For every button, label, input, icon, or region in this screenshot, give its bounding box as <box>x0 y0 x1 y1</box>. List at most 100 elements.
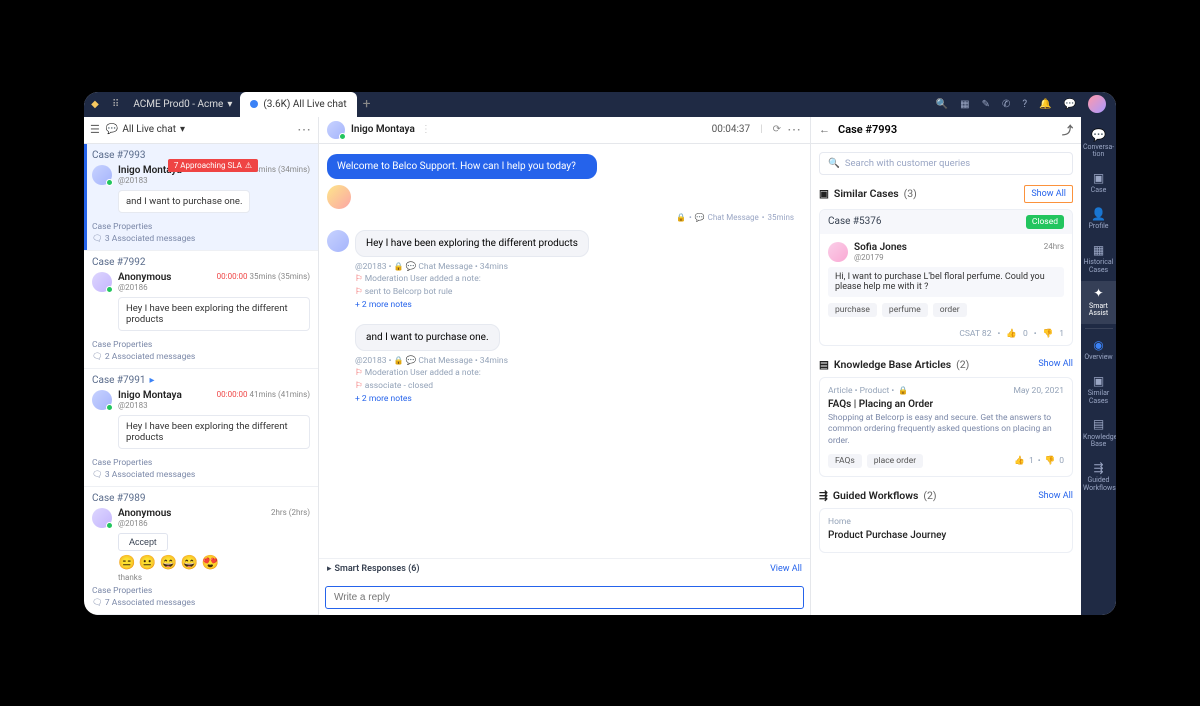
associated-link[interactable]: 🗨 7 Associated messages <box>92 598 310 608</box>
avatar <box>92 508 112 528</box>
reply-input[interactable] <box>325 586 804 609</box>
message-thread: Welcome to Belco Support. How can I help… <box>319 144 810 558</box>
chat-small-icon: 💬 <box>106 124 118 135</box>
chat-icon: 💬 <box>1083 129 1114 142</box>
chevron-down-icon: ▾ <box>227 99 232 110</box>
tag[interactable]: order <box>933 303 967 317</box>
sidebar-item-workflows[interactable]: ⇶Guided Workflows <box>1081 456 1116 499</box>
sidebar-item-historical[interactable]: ▦Historical Cases <box>1081 238 1116 281</box>
search-placeholder: Search with customer queries <box>845 158 970 169</box>
phone-icon[interactable]: ✆ <box>1002 99 1010 110</box>
apps-grid-icon[interactable]: ⠿ <box>106 99 125 110</box>
case-item-7991[interactable]: Case #7991 ▸ Inigo Montaya@20183 00:00:0… <box>84 369 318 487</box>
workflow-card[interactable]: Home Product Purchase Journey <box>819 508 1073 553</box>
list-filter-dropdown[interactable]: 💬 All Live chat ▾ <box>106 124 291 135</box>
customer-query-search[interactable]: 🔍 Search with customer queries <box>819 152 1073 175</box>
flow-icon: ⇶ <box>1083 462 1114 475</box>
tab-label: (3.6K) All Live chat <box>263 99 346 110</box>
more-notes-link[interactable]: + 2 more notes <box>355 394 412 404</box>
case-properties-link[interactable]: Case Properties <box>92 458 310 468</box>
tag[interactable]: FAQs <box>828 454 862 468</box>
tag[interactable]: place order <box>867 454 923 468</box>
assist-icon: ✦ <box>1083 287 1114 300</box>
user-handle: @20179 <box>854 253 907 262</box>
customer-message: Hey I have been exploring the different … <box>355 230 589 257</box>
associated-link[interactable]: 🗨 3 Associated messages <box>92 234 310 244</box>
tab-add-button[interactable]: + <box>357 96 377 112</box>
similar-case-card[interactable]: Case #5376Closed Sofia Jones@20179 24hrs… <box>819 209 1073 346</box>
refresh-icon[interactable]: ⟳ <box>773 124 781 135</box>
case-timing: 2hrs (2hrs) <box>271 508 310 517</box>
user-handle: @20183 <box>118 401 182 410</box>
case-item-7992[interactable]: Case #7992 Anonymous@20186 00:00:00 35mi… <box>84 251 318 369</box>
tag-list: FAQs place order <box>828 454 923 468</box>
list-more-icon[interactable]: ⋯ <box>297 122 312 138</box>
sidebar-item-conversation[interactable]: 💬Conversa-tion <box>1081 123 1116 166</box>
avatar <box>327 230 349 252</box>
case-item-7989[interactable]: Case #7989 Anonymous@20186 2hrs (2hrs) A… <box>84 487 318 615</box>
chat-icon[interactable]: 💬 <box>1064 99 1076 110</box>
case-id-label: Case #7992 <box>92 257 146 268</box>
note-label: Moderation User added a note: <box>365 274 481 284</box>
sidebar-item-similar[interactable]: ▣Similar Cases <box>1081 369 1116 412</box>
sidebar-item-profile[interactable]: 👤Profile <box>1081 202 1116 237</box>
case-properties-link[interactable]: Case Properties <box>92 340 310 350</box>
search-icon: 🔍 <box>828 158 840 169</box>
case-list-panel: ☰ 💬 All Live chat ▾ ⋯ Case #7993 7 Appro… <box>84 117 319 615</box>
show-all-link[interactable]: Show All <box>1038 359 1073 369</box>
sidebar-item-overview[interactable]: ◉Overview <box>1081 333 1116 368</box>
workspace-dropdown[interactable]: ACME Prod0 - Acme ▾ <box>125 99 240 110</box>
sla-badge: 7 Approaching SLA ⚠ <box>168 159 258 172</box>
calendar-icon[interactable]: ▦ <box>960 99 969 110</box>
search-icon[interactable]: 🔍 <box>936 99 948 110</box>
note-text: associate - closed <box>365 381 433 391</box>
sidebar-item-case[interactable]: ▣Case <box>1081 166 1116 201</box>
tag[interactable]: perfume <box>882 303 928 317</box>
kb-title: FAQs | Placing an Order <box>828 399 1064 410</box>
case-properties-link[interactable]: Case Properties <box>92 586 310 596</box>
user-handle: @20186 <box>118 283 171 292</box>
msg-meta: @20183 • 🔒 💬 Chat Message • 34mins <box>355 355 802 368</box>
accept-button[interactable]: Accept <box>118 533 168 551</box>
conversation-more-icon[interactable]: ⋯ <box>787 122 802 138</box>
associated-link[interactable]: 🗨 2 Associated messages <box>92 352 310 362</box>
case-properties-link[interactable]: Case Properties <box>92 222 310 232</box>
edit-icon[interactable]: ✎ <box>982 99 990 110</box>
kb-header: ▤ Knowledge Base Articles (2) Show All <box>819 358 1073 371</box>
user-name: Inigo Montaya <box>118 390 182 401</box>
associated-link[interactable]: 🗨 3 Associated messages <box>92 470 310 480</box>
sidebar-item-kb[interactable]: ▤Knowledge Base <box>1081 412 1116 455</box>
list-filter-label: All Live chat <box>122 124 176 135</box>
titlebar: ◆ ⠿ ACME Prod0 - Acme ▾ (3.6K) All Live … <box>84 92 1116 117</box>
right-sidebar: 💬Conversa-tion ▣Case 👤Profile ▦Historica… <box>1081 117 1116 615</box>
help-icon[interactable]: ? <box>1022 99 1027 110</box>
app-frame: { "titlebar":{ "workspace":"ACME Prod0 -… <box>84 92 1116 615</box>
smart-responses-bar[interactable]: ▸ Smart Responses (6) View All <box>319 558 810 580</box>
show-all-link[interactable]: Show All <box>1024 185 1073 203</box>
back-icon[interactable]: ← <box>819 123 830 136</box>
sidebar-item-smartassist[interactable]: ✦Smart Assist <box>1081 281 1116 324</box>
kb-article-card[interactable]: Article • Product •🔒May 20, 2021 FAQs | … <box>819 377 1073 478</box>
share-icon[interactable]: ⤴ <box>1062 122 1073 138</box>
case-details-body: 🔍 Search with customer queries ▣ Similar… <box>811 144 1081 615</box>
case-item-7993[interactable]: Case #7993 7 Approaching SLA ⚠ Inigo Mon… <box>84 144 318 251</box>
thumbs-down-icon[interactable]: 👎 <box>1045 456 1056 466</box>
conversation-panel: Inigo Montaya ⋮ 00:04:37 | ⟳ ⋯ Welcome t… <box>319 117 811 615</box>
time-label: 24hrs <box>1044 242 1064 251</box>
tab-livechat[interactable]: (3.6K) All Live chat <box>240 92 356 117</box>
case-id-label: Case #7989 <box>92 493 146 504</box>
menu-icon[interactable]: ☰ <box>90 123 100 136</box>
thumbs-up-icon[interactable]: 👍 <box>1014 456 1025 466</box>
customer-message: and I want to purchase one. <box>355 324 500 351</box>
tag[interactable]: purchase <box>828 303 877 317</box>
user-handle: @20183 <box>118 176 182 185</box>
similar-cases-header: ▣ Similar Cases (3) Show All <box>819 185 1073 203</box>
status-badge: Closed <box>1026 215 1064 229</box>
user-avatar[interactable] <box>1088 95 1106 113</box>
show-all-link[interactable]: Show All <box>1038 491 1073 501</box>
view-all-link[interactable]: View All <box>770 564 802 574</box>
more-notes-link[interactable]: + 2 more notes <box>355 300 412 310</box>
bell-icon[interactable]: 🔔 <box>1039 99 1051 110</box>
workflow-breadcrumb: Home <box>828 517 1064 527</box>
avatar <box>92 272 112 292</box>
